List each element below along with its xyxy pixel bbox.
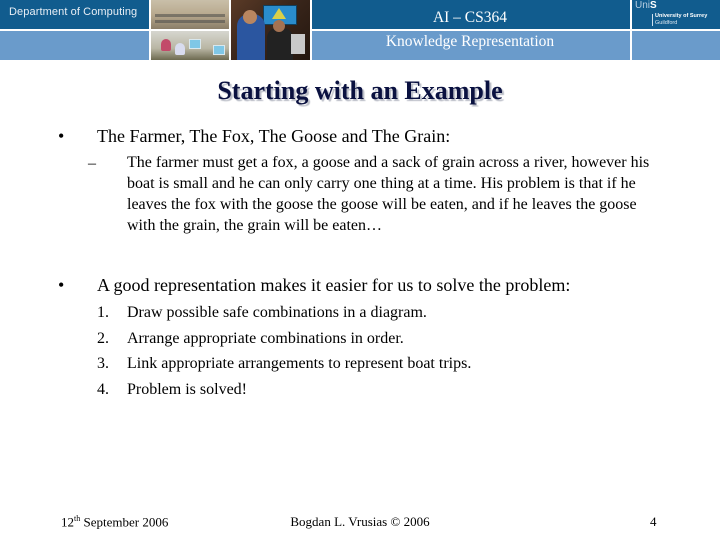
step-item: 1. Draw possible safe combinations in a d… [97,304,471,330]
logo-location: Guildford [655,20,678,26]
lab-photo-top [151,0,229,29]
step-number: 2. [97,329,109,347]
lab-photo-bottom [151,31,229,60]
course-code: AI – CS364 [432,9,508,26]
bullet-1-text: The Farmer, The Fox, The Goose and The G… [97,126,451,146]
header-band-light-left [0,31,149,60]
bullet-marker: • [58,126,65,146]
header-band-light-right [632,31,720,60]
logo-wordmark: UniS [635,0,657,11]
university-logo: UniS University of Surrey Guildford [632,0,720,29]
course-title: Knowledge Representation [385,33,555,50]
step-number: 4. [97,381,109,399]
step-text: Problem is solved! [127,381,247,399]
department-label: Department of Computing [9,6,138,18]
step-text: Arrange appropriate combinations in orde… [127,329,404,347]
step-text: Link appropriate arrangements to represe… [127,355,472,373]
logo-university-name: University of Surrey [655,13,708,19]
logo-divider [652,14,653,26]
bullet-marker: • [58,275,65,295]
problem-description: The farmer must get a fox, a goose and a… [127,154,650,234]
page-number: 4 [650,514,657,529]
sub-bullet-marker: – [88,155,96,172]
step-item: 4. Problem is solved! [97,381,471,407]
slide-title: Starting with an Example [217,76,503,105]
step-text: Draw possible safe combinations in a dia… [127,304,427,321]
bullet-2-text: A good representation makes it easier fo… [97,275,571,295]
step-item: 3. Link appropriate arrangements to repre… [97,355,471,381]
slide-header: Department of Computing AI – CS364 Knowl… [0,0,720,61]
students-photo [231,0,310,60]
footer-author: Bogdan L. Vrusias © 2006 [290,514,430,529]
step-item: 2. Arrange appropriate combinations in or… [97,330,471,356]
steps-list: 1. Draw possible safe combinations in a d… [97,304,471,407]
step-number: 3. [97,355,109,373]
step-number: 1. [97,304,109,321]
